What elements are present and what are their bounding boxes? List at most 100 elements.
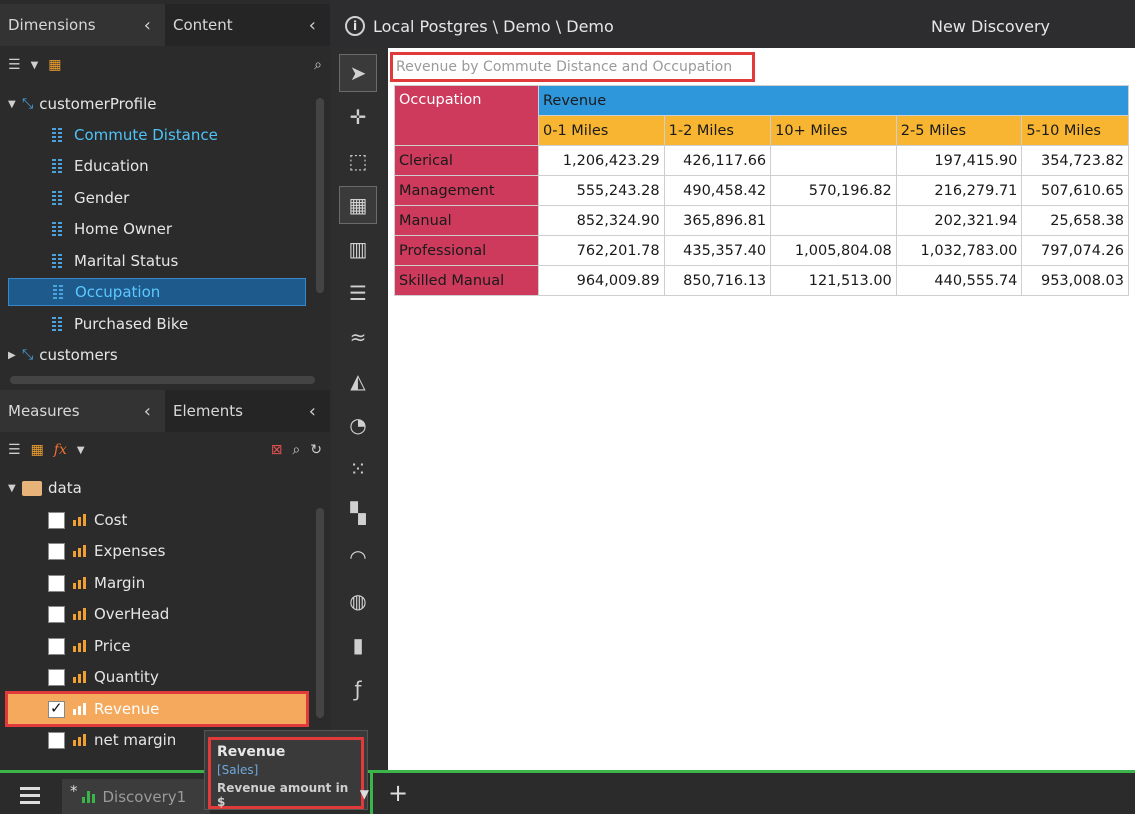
tab-discovery1[interactable]: * Discovery1 xyxy=(62,779,210,814)
scatter-chart-icon[interactable]: ⁙ xyxy=(339,450,377,488)
column-chart-icon[interactable]: ▥ xyxy=(339,230,377,268)
tab-content[interactable]: Content ‹ xyxy=(165,4,330,46)
value-cell[interactable]: 365,896.81 xyxy=(663,205,772,236)
tab-dimensions[interactable]: Dimensions ‹ xyxy=(0,4,165,46)
measure-checkbox[interactable] xyxy=(48,699,65,718)
kpi-icon[interactable]: ▮ xyxy=(339,626,377,664)
attribute-row[interactable]: Occupation xyxy=(8,278,306,306)
dropdown-arrow-icon[interactable]: ▼ xyxy=(360,787,369,801)
measure-item[interactable]: OverHead xyxy=(8,599,306,629)
row-header[interactable]: Manual xyxy=(394,205,539,236)
value-cell[interactable]: 202,321.94 xyxy=(895,205,1023,236)
info-icon[interactable]: i xyxy=(345,16,365,36)
tab-measures[interactable]: Measures ‹ xyxy=(0,390,165,432)
selection-icon[interactable]: ⬚ xyxy=(339,142,377,180)
row-header[interactable]: Management xyxy=(394,175,539,206)
measure-item[interactable]: Price xyxy=(8,631,306,661)
add-icon[interactable]: ✛ xyxy=(339,98,377,136)
column-header[interactable]: 10+ Miles xyxy=(770,115,897,146)
measure-item[interactable]: Expenses xyxy=(8,536,306,566)
measure-header-revenue[interactable]: Revenue xyxy=(538,85,1129,116)
value-cell[interactable]: 555,243.28 xyxy=(538,175,665,206)
value-cell[interactable]: 507,610.65 xyxy=(1021,175,1129,206)
list-view-icon[interactable]: ☰ xyxy=(8,57,21,73)
measure-checkbox[interactable] xyxy=(48,731,65,749)
value-cell[interactable]: 762,201.78 xyxy=(538,235,665,266)
attribute-row[interactable]: Gender xyxy=(8,184,306,212)
tab-elements[interactable]: Elements ‹ xyxy=(165,390,330,432)
gauge-icon[interactable]: ◠ xyxy=(339,538,377,576)
collapse-chevron-icon[interactable]: ‹ xyxy=(309,401,316,422)
data-model-icon[interactable]: ▦ xyxy=(48,57,61,73)
column-header[interactable]: 5-10 Miles xyxy=(1021,115,1129,146)
grid-icon[interactable]: ▦ xyxy=(339,186,377,224)
bar-chart-icon[interactable]: ☰ xyxy=(339,274,377,312)
value-cell[interactable]: 964,009.89 xyxy=(538,265,665,296)
attribute-row[interactable]: Marital Status xyxy=(8,247,306,275)
value-cell[interactable]: 435,357.40 xyxy=(663,235,772,266)
discovery-name[interactable]: New Discovery xyxy=(931,17,1050,36)
list-view-icon[interactable]: ☰ xyxy=(8,442,21,458)
line-chart-icon[interactable]: ≈ xyxy=(339,318,377,356)
value-cell[interactable]: 440,555.74 xyxy=(895,265,1023,296)
measures-scrollbar[interactable] xyxy=(316,508,324,718)
visual-title[interactable]: Revenue by Commute Distance and Occupati… xyxy=(390,52,755,82)
value-cell[interactable]: 197,415.90 xyxy=(895,145,1023,176)
attribute-row[interactable]: Purchased Bike xyxy=(8,310,306,338)
row-header-occupation[interactable]: Occupation xyxy=(394,85,539,146)
measure-checkbox[interactable] xyxy=(48,511,65,529)
attribute-row[interactable]: Education xyxy=(8,152,306,180)
measure-checkbox[interactable] xyxy=(48,542,65,560)
collapse-chevron-icon[interactable]: ‹ xyxy=(144,401,151,422)
column-header[interactable]: 2-5 Miles xyxy=(895,115,1023,146)
clear-selection-icon[interactable]: ⊠ xyxy=(271,442,283,458)
folder-row[interactable]: ▼ data xyxy=(8,474,306,502)
measure-item[interactable]: Revenue xyxy=(5,691,309,727)
data-model-icon[interactable]: ▦ xyxy=(31,442,44,458)
attribute-row[interactable]: Commute Distance xyxy=(8,121,306,149)
measure-item[interactable]: Margin xyxy=(8,568,306,598)
pointer-icon[interactable]: ➤ xyxy=(339,54,377,92)
map-icon[interactable]: ◍ xyxy=(339,582,377,620)
row-header[interactable]: Professional xyxy=(394,235,539,266)
value-cell[interactable]: 953,008.03 xyxy=(1021,265,1129,296)
measure-checkbox[interactable] xyxy=(48,637,65,655)
measure-checkbox[interactable] xyxy=(48,574,65,592)
value-cell[interactable]: 216,279.71 xyxy=(895,175,1023,206)
value-cell[interactable]: 490,458.42 xyxy=(663,175,772,206)
hierarchy-row[interactable]: ▶ ⤡ customers xyxy=(8,341,306,369)
search-icon[interactable]: ⌕ xyxy=(292,442,300,458)
dimensions-scrollbar[interactable] xyxy=(316,98,324,293)
dropdown-arrow-icon[interactable]: ▼ xyxy=(31,60,39,71)
collapse-chevron-icon[interactable]: ‹ xyxy=(144,15,151,36)
value-cell[interactable]: 852,324.90 xyxy=(538,205,665,236)
row-header[interactable]: Skilled Manual xyxy=(394,265,539,296)
formula-icon[interactable]: fx xyxy=(54,442,67,458)
tree-map-icon[interactable]: ▚ xyxy=(339,494,377,532)
hierarchy-row[interactable]: ▼ ⤡ customerProfile xyxy=(8,90,306,118)
expand-triangle-icon[interactable]: ▼ xyxy=(8,483,22,494)
menu-icon[interactable] xyxy=(20,787,40,808)
row-header[interactable]: Clerical xyxy=(394,145,539,176)
expand-triangle-icon[interactable]: ▶ xyxy=(8,350,22,361)
value-cell[interactable]: 121,513.00 xyxy=(770,265,897,296)
value-cell[interactable]: 426,117.66 xyxy=(663,145,772,176)
value-cell[interactable]: 797,074.26 xyxy=(1021,235,1129,266)
collapse-chevron-icon[interactable]: ‹ xyxy=(309,15,316,36)
measure-item[interactable]: Quantity xyxy=(8,662,306,692)
value-cell[interactable]: 1,206,423.29 xyxy=(538,145,665,176)
area-chart-icon[interactable]: ◭ xyxy=(339,362,377,400)
value-cell[interactable]: 1,005,804.08 xyxy=(770,235,897,266)
value-cell[interactable] xyxy=(770,145,897,176)
value-cell[interactable] xyxy=(770,205,897,236)
refresh-icon[interactable]: ↻ xyxy=(310,442,322,458)
attribute-row[interactable]: Home Owner xyxy=(8,215,306,243)
formula-chart-icon[interactable]: ƒ xyxy=(339,670,377,708)
expand-triangle-icon[interactable]: ▼ xyxy=(8,99,22,110)
column-header[interactable]: 1-2 Miles xyxy=(663,115,772,146)
dimensions-hscrollbar[interactable] xyxy=(10,376,315,384)
measure-checkbox[interactable] xyxy=(48,668,65,686)
measure-checkbox[interactable] xyxy=(48,605,65,623)
value-cell[interactable]: 25,658.38 xyxy=(1021,205,1129,236)
column-header[interactable]: 0-1 Miles xyxy=(538,115,665,146)
